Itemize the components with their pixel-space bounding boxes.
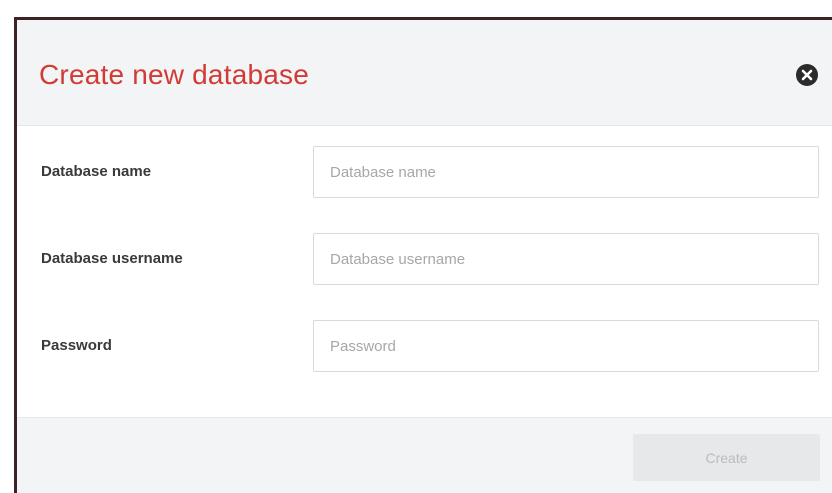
password-row: Password xyxy=(17,320,832,372)
close-icon[interactable] xyxy=(796,64,818,86)
password-label: Password xyxy=(41,337,112,354)
create-database-dialog: Create new database Database name Databa… xyxy=(14,17,832,493)
dialog-body: Database name Database username Password xyxy=(17,126,832,418)
database-name-row: Database name xyxy=(17,146,832,198)
database-username-row: Database username xyxy=(17,233,832,285)
dialog-title: Create new database xyxy=(39,59,309,90)
database-name-input[interactable] xyxy=(313,146,819,198)
database-username-input[interactable] xyxy=(313,233,819,285)
dialog-footer: Create xyxy=(17,417,832,493)
create-button[interactable]: Create xyxy=(633,434,820,481)
dialog-header: Create new database xyxy=(17,20,832,126)
password-input[interactable] xyxy=(313,320,819,372)
database-username-label: Database username xyxy=(41,250,183,267)
database-name-label: Database name xyxy=(41,163,152,180)
